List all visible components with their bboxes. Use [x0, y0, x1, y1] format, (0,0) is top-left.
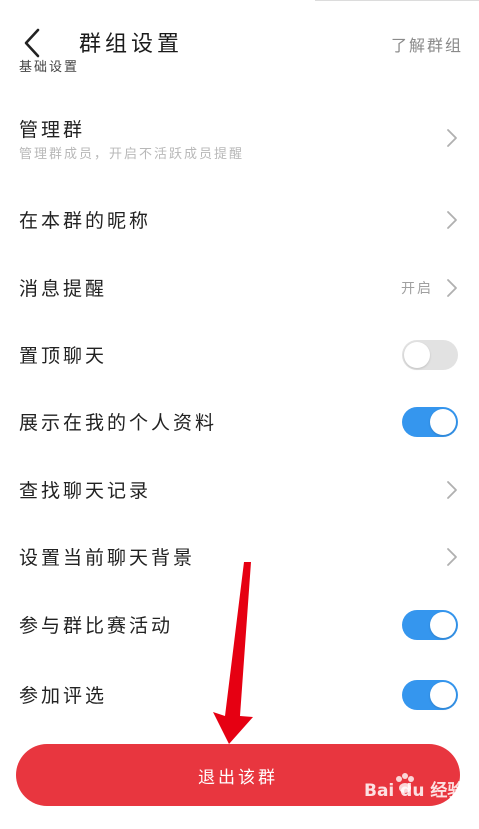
exit-group-button[interactable]: 退出该群	[16, 744, 460, 806]
row-label: 管理群	[19, 119, 86, 141]
row-chat-background[interactable]: 设置当前聊天背景	[0, 535, 479, 579]
toggle-knob	[404, 342, 430, 368]
row-label: 在本群的昵称	[19, 210, 152, 232]
pin-chat-toggle[interactable]	[402, 340, 458, 370]
toggle-knob	[430, 612, 456, 638]
row-join-selection: 参加评选	[0, 673, 479, 717]
row-label: 参与群比赛活动	[19, 615, 174, 637]
chevron-right-icon	[447, 211, 457, 229]
row-message-notification[interactable]: 消息提醒 开启	[0, 266, 479, 310]
toggle-knob	[430, 682, 456, 708]
back-arrow-icon[interactable]	[18, 26, 48, 60]
row-label: 设置当前聊天背景	[19, 547, 196, 569]
chevron-right-icon	[447, 481, 457, 499]
row-group-competition: 参与群比赛活动	[0, 603, 479, 647]
chevron-right-icon	[447, 279, 457, 297]
row-value: 开启	[401, 281, 433, 297]
toggle-knob	[430, 409, 456, 435]
row-group-nickname[interactable]: 在本群的昵称	[0, 198, 479, 242]
page-title: 群组设置	[79, 32, 184, 57]
row-label: 查找聊天记录	[19, 480, 152, 502]
row-label: 参加评选	[19, 685, 108, 707]
row-label: 置顶聊天	[19, 345, 108, 367]
row-search-chat-history[interactable]: 查找聊天记录	[0, 468, 479, 512]
join-selection-toggle[interactable]	[402, 680, 458, 710]
group-competition-toggle[interactable]	[402, 610, 458, 640]
section-label: 基础设置	[19, 60, 80, 73]
chevron-right-icon	[447, 548, 457, 566]
exit-group-label: 退出该群	[198, 767, 278, 788]
row-manage-group[interactable]: 管理群 管理群成员，开启不活跃成员提醒	[0, 110, 479, 180]
show-in-profile-toggle[interactable]	[402, 407, 458, 437]
row-show-in-profile: 展示在我的个人资料	[0, 400, 479, 444]
row-subtitle: 管理群成员，开启不活跃成员提醒	[19, 147, 245, 162]
learn-about-groups-link[interactable]: 了解群组	[391, 32, 463, 56]
row-label: 展示在我的个人资料	[19, 412, 218, 434]
watermark-url: jingyan.baidu.com	[364, 808, 448, 818]
row-pin-chat: 置顶聊天	[0, 333, 479, 377]
chevron-right-icon	[447, 129, 457, 147]
row-label: 消息提醒	[19, 278, 108, 300]
